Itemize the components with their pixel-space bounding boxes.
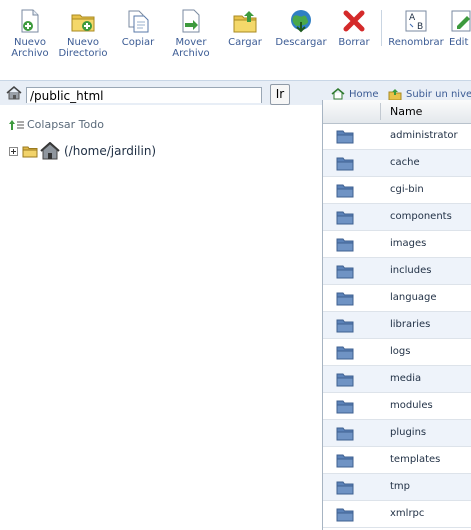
file-list-panel: Name administrator cache cgi-bin components… [322, 100, 471, 530]
file-list-row[interactable]: language [323, 285, 471, 312]
copy-label: Copiar [121, 37, 155, 48]
file-list-row[interactable]: logs [323, 339, 471, 366]
file-list-row[interactable]: xmlrpc [323, 501, 471, 528]
folder-icon [336, 346, 354, 360]
home-link[interactable]: Home [331, 88, 379, 100]
download-icon [291, 10, 311, 33]
file-list-row[interactable]: cgi-bin [323, 177, 471, 204]
go-button[interactable]: Ir [270, 84, 290, 105]
name-column-header[interactable]: Name [390, 105, 422, 118]
file-name: images [390, 238, 427, 249]
file-list-row[interactable]: components [323, 204, 471, 231]
tree-root-node[interactable]: (/home/jardilin) [9, 142, 156, 160]
file-list-row[interactable]: modules [323, 393, 471, 420]
file-name: xmlrpc [390, 508, 425, 519]
file-name: media [390, 373, 422, 384]
copy-icon [128, 10, 149, 33]
folder-icon [336, 319, 354, 333]
home-small-icon [6, 86, 22, 100]
directory-tree-panel: Colapsar Todo (/home/jardilin) [0, 104, 322, 530]
delete-label: Borrar [338, 37, 370, 48]
move-file-icon [182, 9, 200, 33]
edit-label: Edit [449, 37, 469, 48]
expand-toggle-icon[interactable] [9, 146, 18, 156]
folder-icon [336, 481, 354, 495]
new-folder-icon [71, 14, 95, 32]
toolbar-separator [381, 10, 382, 46]
folder-icon [336, 400, 354, 414]
move-file-label: Mover Archivo [172, 37, 210, 59]
new-file-button[interactable]: Nuevo Archivo [6, 0, 54, 80]
file-name: libraries [390, 319, 431, 330]
file-name: tmp [390, 481, 411, 492]
folder-icon [336, 292, 354, 306]
file-list-header: Name [323, 100, 471, 124]
file-name: components [390, 211, 452, 222]
svg-text:B: B [417, 22, 423, 32]
file-name: modules [390, 400, 433, 411]
download-button[interactable]: Descargar [273, 0, 329, 80]
file-list-row[interactable]: templates [323, 447, 471, 474]
upload-icon [233, 11, 257, 33]
folder-icon [336, 211, 354, 225]
new-file-label: Nuevo Archivo [11, 37, 49, 59]
file-list-row[interactable]: tmp [323, 474, 471, 501]
edit-icon [451, 10, 471, 32]
file-name: cgi-bin [390, 184, 424, 195]
folder-icon [336, 454, 354, 468]
file-name: logs [390, 346, 411, 357]
collapse-all-button[interactable]: Colapsar Todo [8, 118, 104, 131]
upload-label: Cargar [228, 37, 262, 48]
folder-icon [336, 508, 354, 522]
folder-icon [336, 265, 354, 279]
file-list-row[interactable]: plugins [323, 420, 471, 447]
header-divider [380, 103, 381, 120]
folder-icon [336, 373, 354, 387]
new-folder-label: Nuevo Directorio [58, 37, 108, 59]
folder-icon [336, 184, 354, 198]
up-one-level-label: Subir un nivel [406, 88, 471, 100]
new-folder-button[interactable]: Nuevo Directorio [56, 0, 110, 80]
collapse-all-icon [9, 119, 24, 130]
rename-label: Renombrar [388, 37, 444, 48]
path-input[interactable] [26, 87, 262, 103]
home-link-label: Home [349, 88, 379, 100]
house-icon [40, 142, 60, 160]
rename-button[interactable]: A B Renombrar [387, 0, 445, 80]
download-label: Descargar [275, 37, 327, 48]
move-file-button[interactable]: Mover Archivo [168, 0, 214, 80]
rename-icon: A B [405, 10, 427, 32]
folder-icon [336, 238, 354, 252]
edit-button[interactable]: Edit [449, 0, 471, 80]
file-name: templates [390, 454, 441, 465]
up-one-level-link[interactable]: Subir un nivel [388, 88, 471, 100]
file-name: includes [390, 265, 432, 276]
copy-button[interactable]: Copiar [118, 0, 158, 80]
file-list-row[interactable]: libraries [323, 312, 471, 339]
upload-button[interactable]: Cargar [226, 0, 264, 80]
file-list-row[interactable]: media [323, 366, 471, 393]
folder-icon [336, 427, 354, 441]
collapse-all-label: Colapsar Todo [27, 118, 104, 131]
file-list-row[interactable]: cache [323, 150, 471, 177]
delete-icon [343, 10, 365, 32]
file-list-row[interactable]: includes [323, 258, 471, 285]
toolbar: Nuevo Archivo Nuevo Directorio Copiar Mo… [0, 0, 471, 80]
folder-icon [336, 130, 354, 144]
file-name: administrator [390, 130, 458, 141]
svg-text:A: A [409, 13, 416, 23]
file-list-row[interactable]: images [323, 231, 471, 258]
tree-root-label: (/home/jardilin) [64, 144, 157, 158]
file-name: plugins [390, 427, 427, 438]
file-list-row[interactable]: administrator [323, 123, 471, 150]
folder-icon [336, 157, 354, 171]
folder-icon [22, 146, 38, 157]
file-name: cache [390, 157, 420, 168]
home-icon [331, 88, 345, 100]
file-name: language [390, 292, 437, 303]
delete-button[interactable]: Borrar [336, 0, 372, 80]
new-file-icon [21, 9, 39, 33]
up-level-icon [388, 89, 402, 100]
